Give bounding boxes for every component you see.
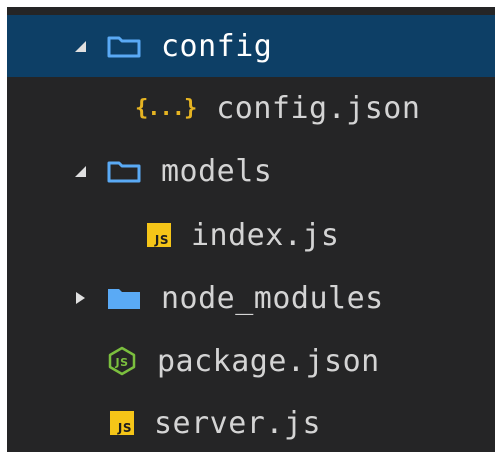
json-file-icon: {...} — [135, 95, 197, 121]
nodejs-icon: JS — [107, 346, 137, 376]
chevron-collapsed-icon[interactable] — [71, 290, 89, 306]
tree-item-node-modules-folder[interactable]: node_modules — [7, 267, 495, 329]
tree-item-server-js[interactable]: JS server.js — [7, 392, 495, 452]
tree-item-label: models — [161, 153, 273, 189]
tree-item-models-folder[interactable]: models — [7, 140, 495, 202]
js-file-icon: JS — [110, 411, 134, 435]
chevron-expanded-icon[interactable] — [71, 164, 89, 178]
tree-item-label: package.json — [157, 343, 380, 379]
tree-item-label: index.js — [191, 217, 340, 253]
tree-item-label: node_modules — [161, 280, 384, 316]
js-file-icon: JS — [147, 223, 171, 247]
tree-item-index-js[interactable]: JS index.js — [7, 204, 495, 266]
file-explorer: config {...} config.json models JS index… — [7, 7, 495, 452]
json-glyph: {...} — [135, 95, 197, 121]
js-glyph: JS — [147, 223, 171, 247]
svg-text:JS: JS — [114, 356, 128, 369]
chevron-expanded-icon[interactable] — [71, 39, 89, 53]
tree-item-label: server.js — [154, 405, 322, 441]
tree-item-config-folder[interactable]: config — [7, 15, 495, 77]
folder-open-icon — [107, 159, 141, 183]
tree-item-label: config.json — [216, 90, 421, 126]
folder-closed-icon — [107, 286, 141, 310]
js-glyph: JS — [110, 411, 134, 435]
tree-item-config-json[interactable]: {...} config.json — [7, 77, 495, 139]
tree-item-label: config — [161, 28, 273, 64]
folder-open-icon — [107, 34, 141, 58]
tree-item-package-json[interactable]: JS package.json — [7, 330, 495, 392]
